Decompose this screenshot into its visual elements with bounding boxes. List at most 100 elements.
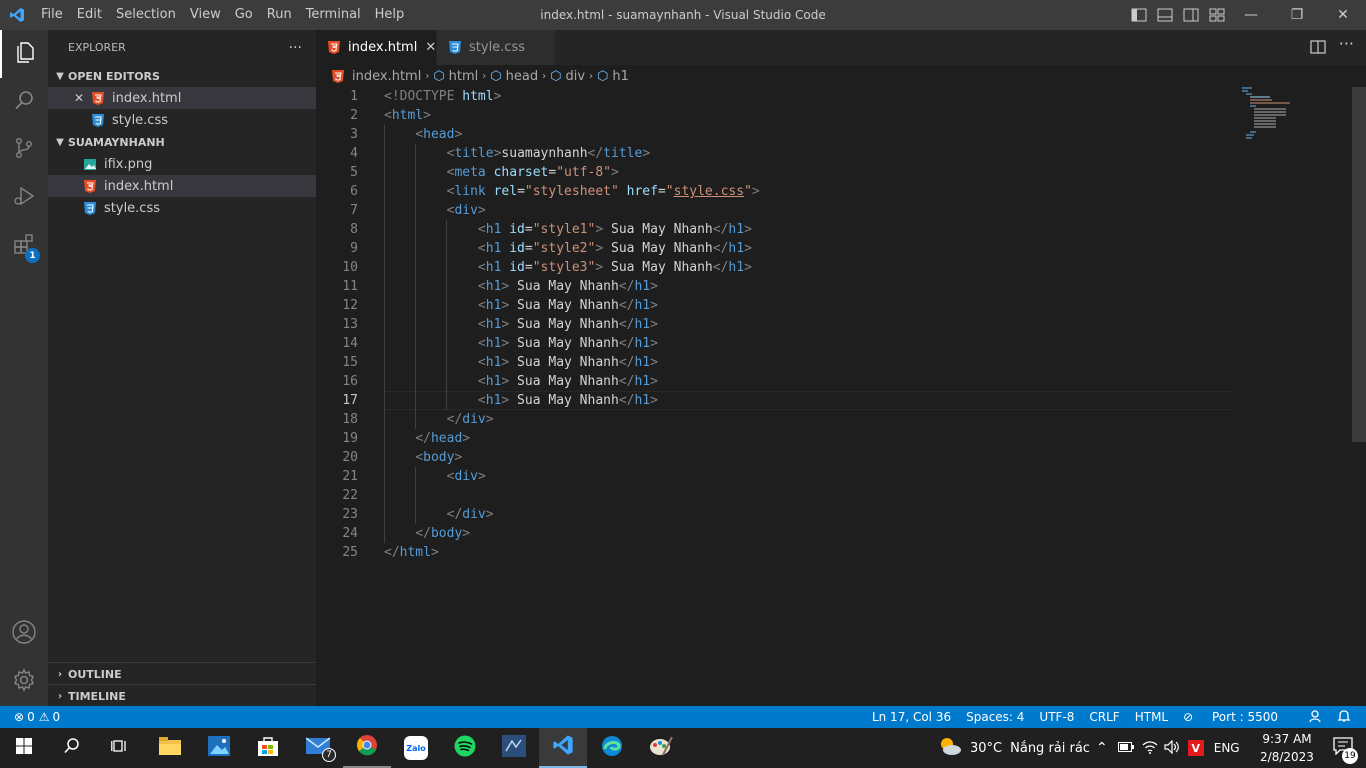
code-line[interactable]: 3 <head>: [316, 125, 1352, 144]
editor-scrollbar[interactable]: [1352, 87, 1366, 706]
code-line[interactable]: 25 </html>: [316, 543, 1352, 562]
code-line[interactable]: 4 <title>suamaynhanh</title>: [316, 144, 1352, 163]
live-server-port[interactable]: ⊘ Port : 5500: [1183, 710, 1293, 724]
code-line[interactable]: 6 <link rel="stylesheet" href="style.css…: [316, 182, 1352, 201]
code-line[interactable]: 5 <meta charset="utf-8">: [316, 163, 1352, 182]
search-button[interactable]: [0, 78, 48, 126]
taskbar-app-zalo[interactable]: Zalo: [392, 728, 440, 768]
taskbar-search-button[interactable]: [48, 728, 96, 768]
taskbar-app-file-explorer[interactable]: [146, 728, 194, 768]
file-item-style-css[interactable]: style.css: [48, 197, 316, 219]
code-line[interactable]: 14 <h1> Sua May Nhanh</h1>: [316, 334, 1352, 353]
open-editor-item-index-html[interactable]: ✕ index.html: [48, 87, 316, 109]
toggle-secondary-sidebar-icon[interactable]: [1178, 8, 1204, 22]
menu-edit[interactable]: Edit: [70, 0, 109, 30]
chevron-up-icon[interactable]: ⌃: [1096, 740, 1108, 756]
menu-run[interactable]: Run: [260, 0, 299, 30]
split-editor-icon[interactable]: [1310, 40, 1326, 58]
accounts-button[interactable]: [0, 610, 48, 658]
close-button[interactable]: ✕: [1320, 0, 1366, 30]
start-button[interactable]: [0, 728, 48, 768]
code-line[interactable]: 11 <h1> Sua May Nhanh</h1>: [316, 277, 1352, 296]
wifi-icon[interactable]: [1142, 740, 1158, 757]
outline-section[interactable]: › OUTLINE: [48, 662, 316, 685]
code-line[interactable]: 16 <h1> Sua May Nhanh</h1>: [316, 372, 1352, 391]
minimap[interactable]: [1236, 87, 1352, 706]
breadcrumb-head[interactable]: ⬡ head: [490, 69, 538, 84]
code-line[interactable]: 12 <h1> Sua May Nhanh</h1>: [316, 296, 1352, 315]
menu-help[interactable]: Help: [368, 0, 412, 30]
end-of-line[interactable]: CRLF: [1089, 710, 1119, 724]
run-debug-button[interactable]: [0, 174, 48, 222]
indentation[interactable]: Spaces: 4: [966, 710, 1024, 724]
scrollbar-thumb[interactable]: [1352, 87, 1366, 442]
system-clock[interactable]: 9:37 AM 2/8/2023: [1254, 730, 1320, 766]
feedback-icon[interactable]: [1308, 709, 1322, 726]
minimize-button[interactable]: —: [1228, 0, 1274, 30]
code-line[interactable]: 18 </div>: [316, 410, 1352, 429]
code-line[interactable]: 20 <body>: [316, 448, 1352, 467]
task-view-button[interactable]: [96, 728, 144, 768]
code-line[interactable]: 23 </div>: [316, 505, 1352, 524]
code-line[interactable]: 7 <div>: [316, 201, 1352, 220]
file-item-ifix-png[interactable]: ifix.png: [48, 153, 316, 175]
code-line[interactable]: 2 <html>: [316, 106, 1352, 125]
tab-index-html[interactable]: index.html ✕: [316, 30, 436, 65]
input-language[interactable]: ENG: [1214, 741, 1240, 755]
cursor-position[interactable]: Ln 17, Col 36: [872, 710, 951, 724]
breadcrumb-file[interactable]: index.html: [332, 69, 421, 84]
open-editors-section[interactable]: ▼ OPEN EDITORS: [48, 65, 316, 87]
code-line[interactable]: 1 <!DOCTYPE html>: [316, 87, 1352, 106]
code-line[interactable]: 13 <h1> Sua May Nhanh</h1>: [316, 315, 1352, 334]
menu-view[interactable]: View: [183, 0, 228, 30]
menu-go[interactable]: Go: [228, 0, 260, 30]
file-item-index-html[interactable]: index.html: [48, 175, 316, 197]
toggle-primary-sidebar-icon[interactable]: [1126, 8, 1152, 22]
code-line[interactable]: 8 <h1 id="style1"> Sua May Nhanh</h1>: [316, 220, 1352, 239]
problems-indicator[interactable]: ⊗ 0 ⚠ 0: [0, 710, 60, 724]
taskbar-app-edge[interactable]: [588, 728, 636, 768]
code-line[interactable]: 10 <h1 id="style3"> Sua May Nhanh</h1>: [316, 258, 1352, 277]
code-editor[interactable]: 1 <!DOCTYPE html> 2 <html> 3 <head> 4 <title>…: [316, 87, 1352, 706]
menu-file[interactable]: File: [34, 0, 70, 30]
extensions-button[interactable]: 1: [0, 222, 48, 270]
open-editor-item-style-css[interactable]: style.css: [48, 109, 316, 131]
action-center-button[interactable]: 19: [1320, 728, 1366, 768]
customize-layout-icon[interactable]: [1204, 8, 1230, 22]
taskbar-app-store[interactable]: [244, 728, 292, 768]
code-line[interactable]: 21 <div>: [316, 467, 1352, 486]
explorer-button[interactable]: [0, 30, 48, 78]
code-line[interactable]: 22: [316, 486, 1352, 505]
battery-icon[interactable]: [1117, 741, 1134, 755]
weather-widget[interactable]: 30°C Nắng rải rác: [938, 728, 1090, 768]
code-line[interactable]: 19 </head>: [316, 429, 1352, 448]
taskbar-app-mail[interactable]: 7: [294, 728, 342, 768]
code-line[interactable]: 17 <h1> Sua May Nhanh</h1>: [316, 391, 1352, 410]
notifications-bell-icon[interactable]: [1337, 709, 1351, 726]
taskbar-app-photos[interactable]: [195, 728, 243, 768]
manage-button[interactable]: [0, 658, 48, 706]
menu-selection[interactable]: Selection: [109, 0, 183, 30]
breadcrumb-html[interactable]: ⬡ html: [433, 69, 478, 84]
code-line[interactable]: 24 </body>: [316, 524, 1352, 543]
taskbar-app-chrome[interactable]: [343, 728, 391, 768]
vietnamese-ime-icon[interactable]: V: [1187, 740, 1204, 756]
folder-section[interactable]: ▼ SUAMAYNHANH: [48, 131, 316, 153]
taskbar-app-spotify[interactable]: [441, 728, 489, 768]
restore-button[interactable]: ❐: [1274, 0, 1320, 30]
timeline-section[interactable]: › TIMELINE: [48, 684, 316, 707]
code-line[interactable]: 9 <h1 id="style2"> Sua May Nhanh</h1>: [316, 239, 1352, 258]
editor-more-actions-button[interactable]: ···: [1339, 34, 1354, 53]
close-editor-icon[interactable]: ✕: [72, 91, 86, 105]
breadcrumb-div[interactable]: ⬡ div: [550, 69, 585, 84]
taskbar-app-vscode[interactable]: [539, 728, 587, 768]
tab-style-css[interactable]: style.css: [437, 30, 555, 65]
code-line[interactable]: 15 <h1> Sua May Nhanh</h1>: [316, 353, 1352, 372]
more-actions-button[interactable]: ···: [289, 40, 302, 56]
encoding[interactable]: UTF-8: [1039, 710, 1074, 724]
source-control-button[interactable]: [0, 126, 48, 174]
taskbar-app-sql[interactable]: [490, 728, 538, 768]
menu-terminal[interactable]: Terminal: [299, 0, 368, 30]
language-mode[interactable]: HTML: [1135, 710, 1168, 724]
toggle-panel-icon[interactable]: [1152, 8, 1178, 22]
